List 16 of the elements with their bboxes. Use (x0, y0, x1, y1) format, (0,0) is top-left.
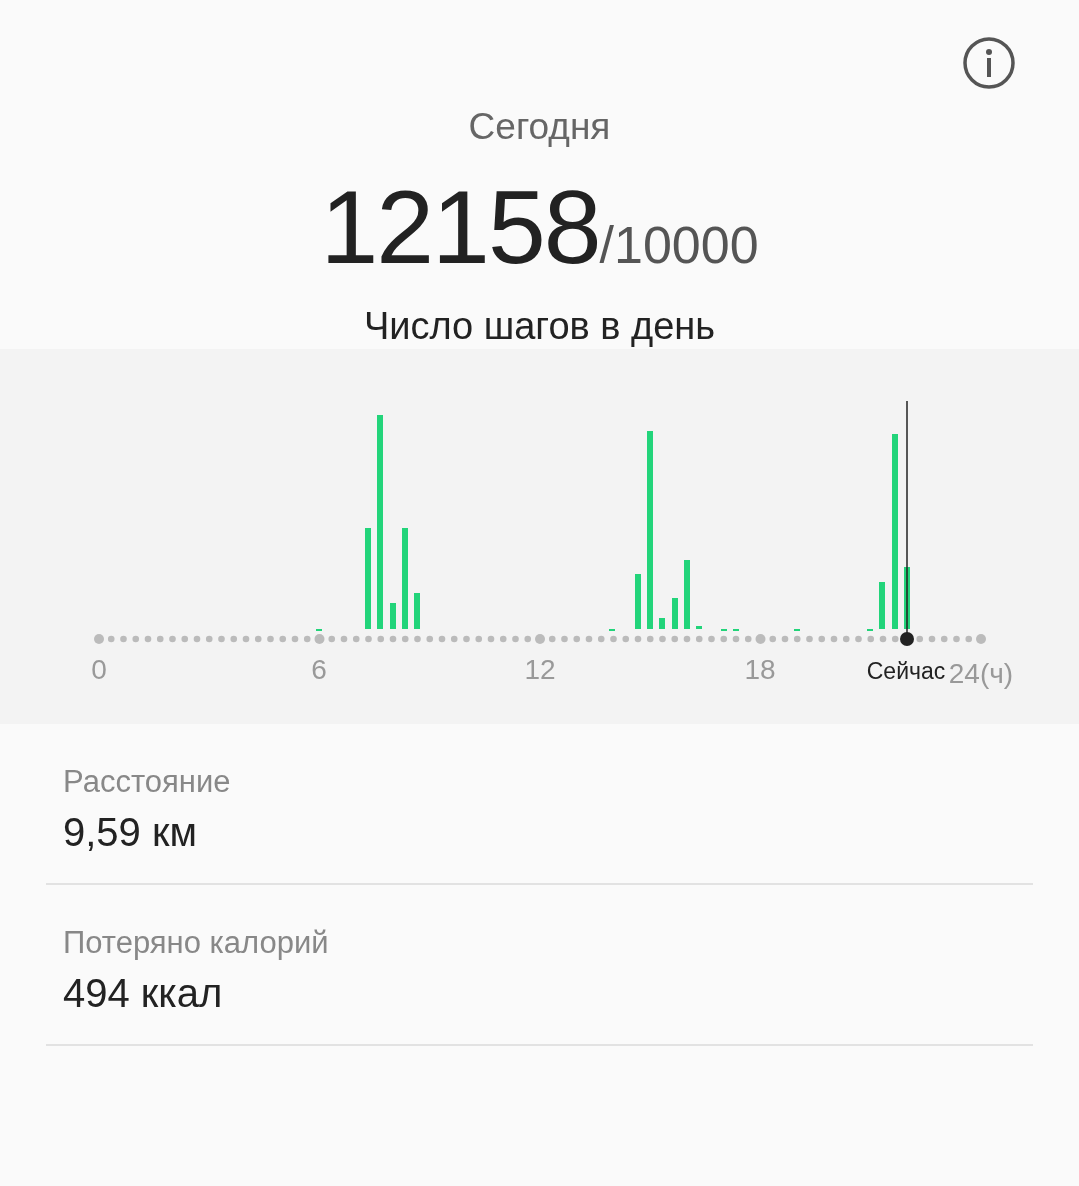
info-icon[interactable] (961, 35, 1017, 91)
stat-label: Потеряно калорий (63, 925, 330, 961)
axis-label: 0 (91, 654, 107, 685)
now-marker (900, 632, 914, 646)
day-title: Сегодня (468, 106, 611, 148)
axis-label: 6 (311, 654, 327, 685)
step-count: 12158 (320, 168, 600, 287)
steps-caption: Число шагов в день (363, 305, 716, 348)
axis-label: 12 (524, 654, 556, 685)
stat-value: 9,59 км (63, 810, 198, 855)
step-goal: /10000 (599, 215, 759, 275)
stat-label: Расстояние (63, 764, 232, 800)
axis-label: 18 (744, 654, 776, 685)
axis-label: 24(ч) (948, 658, 1014, 689)
stat-value: 494 ккал (63, 971, 224, 1016)
now-label: Сейчас (866, 658, 946, 684)
